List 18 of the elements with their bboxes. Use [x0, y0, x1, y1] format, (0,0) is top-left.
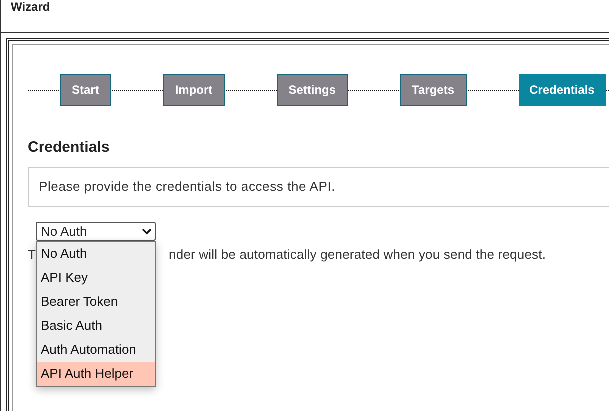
- window-title: Wizard: [0, 0, 609, 33]
- dropdown-option[interactable]: No Auth: [37, 242, 155, 266]
- dropdown-option[interactable]: Bearer Token: [37, 290, 155, 314]
- wizard-step-tab[interactable]: Start: [60, 74, 112, 106]
- chevron-down-icon: [142, 228, 152, 235]
- wizard-step-tab[interactable]: Targets: [400, 74, 466, 106]
- hint-text: nder will be automatically generated when you send the request.: [169, 247, 546, 263]
- dropdown-option[interactable]: Basic Auth: [37, 314, 155, 338]
- wizard-step-tab[interactable]: Settings: [276, 74, 348, 106]
- dropdown-option[interactable]: Auth Automation: [37, 338, 155, 362]
- auth-type-select[interactable]: No Auth: [36, 222, 156, 241]
- wizard-step-tab[interactable]: Import: [163, 74, 225, 106]
- dropdown-option[interactable]: API Auth Helper: [37, 362, 155, 386]
- dropdown-option[interactable]: API Key: [37, 266, 155, 290]
- hint-text: T: [28, 247, 36, 263]
- info-message: Please provide the credentials to access the API.: [28, 167, 609, 207]
- section-heading: Credentials: [28, 139, 111, 157]
- wizard-step-tab[interactable]: Credentials: [518, 74, 606, 106]
